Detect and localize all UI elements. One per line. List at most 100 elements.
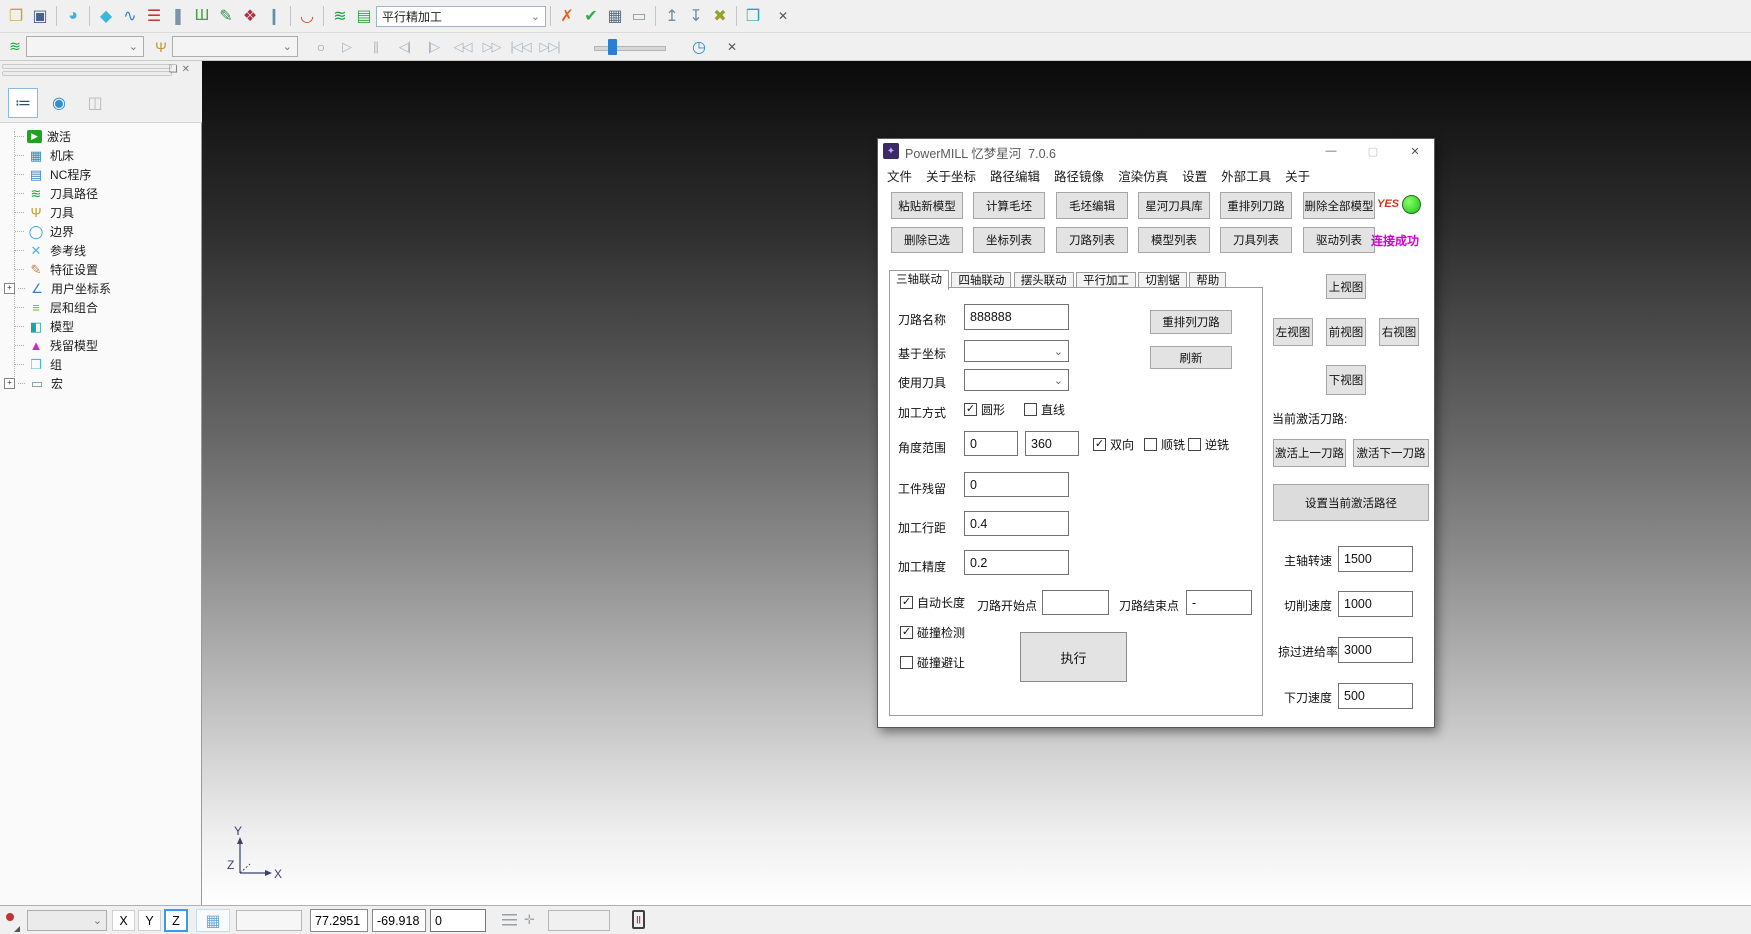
toolpath-connect-icon[interactable]: ∿ — [118, 4, 142, 28]
view-front-button[interactable]: 前视图 — [1326, 318, 1366, 346]
save-icon[interactable]: ▣ — [28, 4, 52, 28]
block-model-icon[interactable]: ◆ — [94, 4, 118, 28]
collision-check-icon[interactable]: Ш — [190, 4, 214, 28]
drive-list-button[interactable]: 驱动列表 — [1303, 227, 1375, 253]
grid-toggle-button[interactable]: ▦ — [196, 909, 230, 932]
stepover-field[interactable]: 0.4 — [964, 511, 1069, 536]
lead-arc-tool-icon[interactable]: ◡ — [295, 4, 319, 28]
tree-item-activate[interactable]: ▶ 激活 — [0, 127, 202, 146]
set-active-path-button[interactable]: 设置当前激活路径 — [1273, 484, 1429, 521]
tree-item-models[interactable]: ◧ 模型 — [0, 317, 202, 336]
tool-dropdown[interactable]: ⌄ — [172, 36, 298, 57]
statusbar-dropdown[interactable]: ⌄ — [27, 910, 107, 931]
pattern-points-icon[interactable]: ❖ — [238, 4, 262, 28]
view-top-button[interactable]: 上视图 — [1326, 274, 1366, 299]
lamp-icon[interactable]: ○ — [310, 35, 332, 59]
angle-from-field[interactable]: 0 — [964, 431, 1018, 456]
tool-raise-icon[interactable]: ↥ — [660, 4, 684, 28]
axis-x-button[interactable]: X — [112, 910, 135, 931]
tool-lower-icon[interactable]: ↧ — [684, 4, 708, 28]
go-start-button[interactable]: |◁◁ — [506, 35, 535, 59]
strategy-dropdown[interactable]: 平行精加工 ⌄ — [376, 6, 546, 27]
calc-stock-button[interactable]: 计算毛坯 — [973, 192, 1045, 219]
browser-tab[interactable]: ◉ — [44, 88, 74, 118]
explorer-tree-tab[interactable]: ≔ — [8, 88, 38, 118]
toolbar-close-button[interactable]: ✕ — [773, 9, 793, 23]
plunge-speed-field[interactable]: 500 — [1338, 683, 1413, 709]
minimize-button[interactable]: — — [1321, 141, 1341, 161]
axis-z-button[interactable]: Z — [164, 909, 188, 932]
simulation-speed-slider[interactable] — [594, 38, 666, 56]
tree-item-workplanes[interactable]: + ∠ 用户坐标系 — [0, 279, 202, 298]
model-list-button[interactable]: 模型列表 — [1138, 227, 1210, 253]
menu-path-mirror[interactable]: 路径镜像 — [1047, 166, 1111, 185]
play-button[interactable]: ▷ — [332, 35, 361, 59]
start-point-field[interactable] — [1042, 590, 1109, 615]
maximize-button[interactable]: ▢ — [1363, 141, 1383, 161]
grip-bar[interactable] — [2, 71, 172, 76]
coord-list-button[interactable]: 坐标列表 — [973, 227, 1045, 253]
expand-toggle[interactable]: + — [4, 283, 15, 294]
line-checkbox[interactable]: 直线 — [1024, 401, 1065, 418]
fast-forward-button[interactable]: ▷▷ — [477, 35, 506, 59]
angle-to-field[interactable]: 360 — [1025, 431, 1079, 456]
tool-copy-icon[interactable]: ❒ — [741, 4, 765, 28]
spindle-speed-field[interactable]: 1500 — [1338, 546, 1413, 572]
menu-coords[interactable]: 关于坐标 — [919, 166, 983, 185]
cutting-speed-field[interactable]: 1000 — [1338, 591, 1413, 617]
menu-file[interactable]: 文件 — [880, 166, 919, 185]
axis-y-button[interactable]: Y — [138, 910, 161, 931]
toolpath-name-field[interactable]: 888888 — [964, 304, 1069, 330]
menu-render-sim[interactable]: 渲染仿真 — [1111, 166, 1175, 185]
rearrange-toolpaths-button[interactable]: 重排列刀路 — [1220, 192, 1292, 219]
step-forward-button[interactable]: |▷ — [419, 35, 448, 59]
climb-mill-checkbox[interactable]: 顺铣 — [1144, 436, 1185, 453]
menu-external-tools[interactable]: 外部工具 — [1214, 166, 1278, 185]
close-button[interactable]: ✕ — [1405, 141, 1425, 161]
accept-tool-icon[interactable]: ✔ — [579, 4, 603, 28]
clock-icon[interactable]: ◷ — [688, 35, 710, 59]
activate-prev-toolpath-button[interactable]: 激活上一刀路 — [1273, 439, 1346, 467]
view-right-button[interactable]: 右视图 — [1379, 318, 1419, 346]
execute-button[interactable]: 执行 — [1020, 632, 1127, 682]
grid-size-field[interactable] — [236, 910, 302, 931]
simulation-toolbar-close-button[interactable]: ✕ — [722, 40, 742, 54]
ink-fill-icon[interactable]: ◕ — [61, 4, 85, 28]
pause-device-icon[interactable]: || — [632, 910, 645, 929]
ruler-icon[interactable]: ▭ — [627, 4, 651, 28]
menu-path-edit[interactable]: 路径编辑 — [983, 166, 1047, 185]
ballnose-tool-icon[interactable]: ❚ — [166, 4, 190, 28]
auto-length-checkbox[interactable]: 自动长度 — [900, 594, 965, 611]
paste-model-button[interactable]: 粘贴新模型 — [891, 192, 963, 219]
nc-program-dropdown[interactable]: ⌄ — [26, 36, 144, 57]
go-end-button[interactable]: ▷▷| — [535, 35, 564, 59]
panel-close-icon[interactable]: ✕ — [182, 64, 194, 75]
step-back-button[interactable]: ◁| — [390, 35, 419, 59]
menu-settings[interactable]: 设置 — [1175, 166, 1214, 185]
tree-item-macros[interactable]: + ▭ 宏 — [0, 374, 202, 393]
refresh-button[interactable]: 刷新 — [1150, 346, 1232, 369]
open-file-icon[interactable]: ❐ — [4, 4, 28, 28]
delete-all-models-button[interactable]: 删除全部模型 — [1303, 192, 1375, 219]
axes-swap-icon[interactable]: ✖ — [708, 4, 732, 28]
tree-item-patterns[interactable]: ✕ 参考线 — [0, 241, 202, 260]
collision-avoid-checkbox[interactable]: 碰撞避让 — [900, 654, 965, 671]
view-left-button[interactable]: 左视图 — [1273, 318, 1313, 346]
delete-selected-button[interactable]: 删除已选 — [891, 227, 963, 253]
rearrange-button[interactable]: 重排列刀路 — [1150, 310, 1232, 334]
tolerance-field[interactable]: 0.2 — [964, 550, 1069, 575]
calculator-icon[interactable]: ▦ — [603, 4, 627, 28]
activate-next-toolpath-button[interactable]: 激活下一刀路 — [1353, 439, 1429, 467]
tab-3axis[interactable]: 三轴联动 — [889, 270, 949, 290]
menu-about[interactable]: 关于 — [1278, 166, 1317, 185]
dialog-titlebar[interactable]: ✦ PowerMILL 忆梦星河 7.0.6 — ▢ ✕ — [878, 139, 1434, 163]
collision-check-checkbox[interactable]: 碰撞检测 — [900, 624, 965, 641]
tree-item-tools[interactable]: Ψ 刀具 — [0, 203, 202, 222]
pause-button[interactable]: || — [361, 35, 390, 59]
recycle-tab[interactable]: ◫ — [80, 88, 110, 118]
tree-item-machine[interactable]: ▦ 机床 — [0, 146, 202, 165]
tree-item-toolpaths[interactable]: ≋ 刀具路径 — [0, 184, 202, 203]
tree-item-levels[interactable]: ≡ 层和组合 — [0, 298, 202, 317]
base-coord-dropdown[interactable]: ⌄ — [964, 340, 1069, 362]
use-tool-dropdown[interactable]: ⌄ — [964, 369, 1069, 391]
